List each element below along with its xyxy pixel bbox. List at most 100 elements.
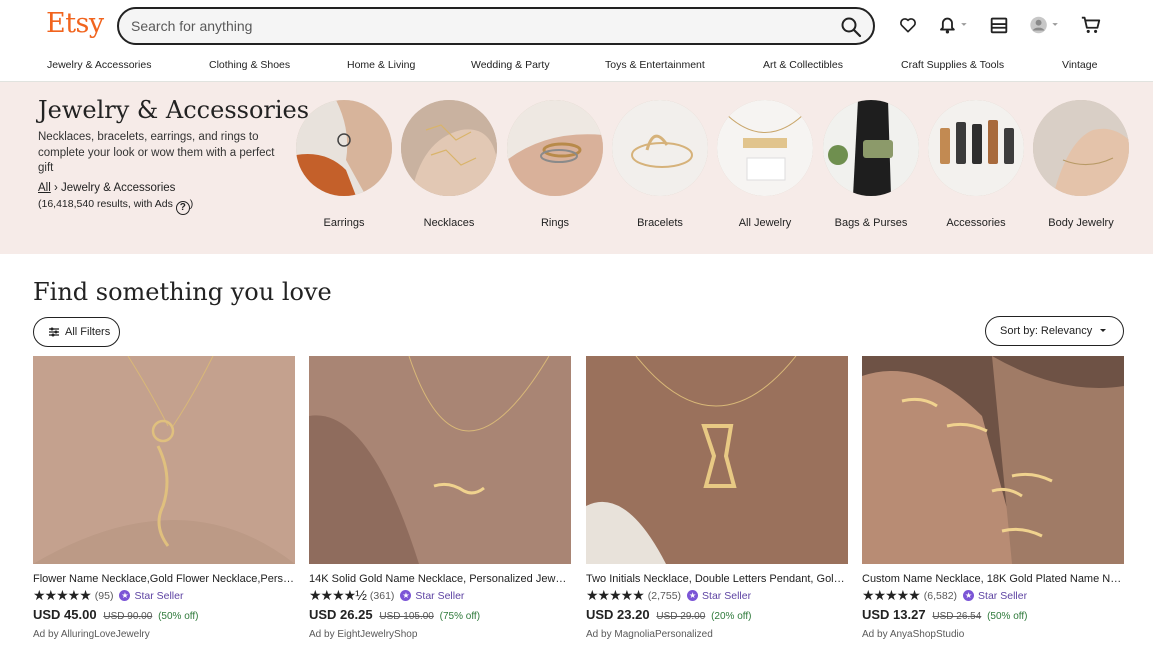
search-input[interactable]: [131, 16, 811, 36]
rating-stars: ★★★★★: [33, 587, 92, 603]
circle-label: Rings: [540, 217, 570, 229]
cart-icon[interactable]: [1080, 14, 1102, 36]
sale-price: USD 26.25: [309, 607, 373, 622]
product-title[interactable]: Custom Name Necklace, 18K Gold Plated Na…: [862, 573, 1124, 585]
rating-row: ★★★★★ (95) ★ Star Seller: [33, 587, 295, 603]
original-price: USD 90.00: [103, 611, 153, 622]
results-count: (16,418,540 results, with Ads ?): [38, 198, 193, 215]
star-seller-label: Star Seller: [702, 589, 752, 602]
breadcrumb-current: Jewelry & Accessories: [61, 182, 176, 194]
star-seller-icon: ★: [119, 590, 131, 601]
ad-prefix: Ad by: [309, 629, 335, 640]
product-card[interactable]: Two Initials Necklace, Double Letters Pe…: [586, 355, 848, 640]
ad-line: Ad by EightJewelryShop: [309, 629, 571, 640]
circle-label: Accessories: [946, 217, 1006, 229]
sale-price: USD 23.20: [586, 607, 650, 622]
ad-prefix: Ad by: [33, 629, 59, 640]
rating-row: ★★★★★ (2,755) ★ Star Seller: [586, 587, 848, 603]
product-image[interactable]: [309, 355, 571, 564]
star-seller-icon: ★: [687, 590, 699, 601]
bags-purses-image: [823, 100, 919, 196]
shop-name[interactable]: MagnoliaPersonalized: [614, 629, 712, 640]
search-icon[interactable]: [839, 15, 863, 39]
nav-wedding-party[interactable]: Wedding & Party: [471, 59, 550, 71]
section-title: Find something you love: [33, 278, 332, 306]
results-text: (16,418,540 results, with Ads: [38, 198, 173, 210]
circle-rings[interactable]: Rings: [507, 100, 603, 229]
original-price: USD 29.00: [656, 611, 706, 622]
heart-icon[interactable]: [898, 14, 918, 36]
sort-dropdown[interactable]: Sort by: Relevancy: [985, 316, 1124, 346]
ads-help-icon[interactable]: ?: [175, 201, 190, 215]
product-card[interactable]: Flower Name Necklace,Gold Flower Necklac…: [33, 355, 295, 640]
review-count: (361): [369, 589, 395, 602]
shop-name[interactable]: EightJewelryShop: [337, 629, 417, 640]
star-seller-label: Star Seller: [415, 589, 465, 602]
price-row: USD 23.20 USD 29.00 (20% off): [586, 607, 848, 622]
breadcrumb-separator: ›: [53, 182, 58, 194]
product-title[interactable]: Two Initials Necklace, Double Letters Pe…: [586, 573, 848, 585]
circle-label: Earrings: [323, 217, 365, 229]
nav-craft-supplies[interactable]: Craft Supplies & Tools: [901, 59, 1004, 71]
discount: (50% off): [158, 611, 199, 622]
nav-art-collectibles[interactable]: Art & Collectibles: [763, 59, 843, 71]
caret-down-icon: [1100, 329, 1107, 332]
rating-row: ★★★★★ (6,582) ★ Star Seller: [862, 587, 1124, 603]
circle-bags-purses[interactable]: Bags & Purses: [823, 100, 919, 229]
nav-clothing-shoes[interactable]: Clothing & Shoes: [209, 59, 290, 71]
star-seller-badge: ★ Star Seller: [400, 590, 464, 602]
sale-price: USD 13.27: [862, 607, 926, 622]
bell-icon[interactable]: [935, 14, 969, 36]
nav-toys-entertainment[interactable]: Toys & Entertainment: [605, 59, 705, 71]
rings-image: [507, 100, 603, 196]
price-row: USD 13.27 USD 26.54 (50% off): [862, 607, 1124, 622]
necklaces-image: [401, 100, 497, 196]
star-seller-label: Star Seller: [134, 589, 184, 602]
category-nav: Jewelry & Accessories Clothing & Shoes H…: [0, 52, 1153, 82]
star-seller-badge: ★ Star Seller: [119, 590, 183, 602]
shop-name[interactable]: AnyaShopStudio: [890, 629, 965, 640]
ad-prefix: Ad by: [586, 629, 612, 640]
shop-name[interactable]: AlluringLoveJewelry: [61, 629, 150, 640]
circle-body-jewelry[interactable]: Body Jewelry: [1033, 100, 1129, 229]
avatar-icon[interactable]: [1027, 14, 1063, 36]
product-image[interactable]: [33, 355, 295, 564]
product-title[interactable]: 14K Solid Gold Name Necklace, Personaliz…: [309, 573, 571, 585]
product-image[interactable]: [586, 355, 848, 564]
category-hero: Jewelry & Accessories Necklaces, bracele…: [0, 82, 1153, 254]
sale-price: USD 45.00: [33, 607, 97, 622]
product-card[interactable]: Custom Name Necklace, 18K Gold Plated Na…: [862, 356, 1124, 640]
product-title[interactable]: Flower Name Necklace,Gold Flower Necklac…: [33, 573, 295, 585]
circle-label: Body Jewelry: [1048, 217, 1114, 229]
circle-label: Bracelets: [637, 217, 683, 229]
body-jewelry-image: [1033, 100, 1129, 196]
circle-earrings[interactable]: Earrings: [296, 100, 392, 229]
circle-necklaces[interactable]: Necklaces: [401, 100, 497, 229]
breadcrumb-all-link[interactable]: All: [38, 182, 51, 194]
ad-prefix: Ad by: [862, 629, 888, 640]
review-count: (95): [94, 589, 114, 602]
sort-value: Relevancy: [1040, 325, 1093, 337]
product-card[interactable]: 14K Solid Gold Name Necklace, Personaliz…: [309, 355, 571, 640]
star-seller-icon: ★: [400, 590, 412, 601]
circle-label: Necklaces: [423, 217, 475, 229]
circle-accessories[interactable]: Accessories: [928, 100, 1024, 229]
circle-label: Bags & Purses: [834, 217, 908, 229]
nav-vintage[interactable]: Vintage: [1062, 59, 1097, 71]
bracelets-image: [612, 100, 708, 196]
product-image[interactable]: [862, 356, 1124, 564]
nav-jewelry-accessories[interactable]: Jewelry & Accessories: [47, 59, 151, 71]
etsy-logo[interactable]: Etsy: [46, 8, 104, 39]
gift-icon[interactable]: [988, 14, 1010, 36]
star-seller-badge: ★ Star Seller: [963, 590, 1027, 602]
ad-line: Ad by AnyaShopStudio: [862, 629, 1124, 640]
circle-all-jewelry[interactable]: All Jewelry: [717, 100, 813, 229]
search-bar: [117, 7, 875, 45]
discount: (50% off): [987, 611, 1028, 622]
star-seller-icon: ★: [963, 590, 975, 601]
sort-prefix: Sort by:: [1000, 325, 1038, 337]
circle-bracelets[interactable]: Bracelets: [612, 100, 708, 229]
review-count: (6,582): [923, 589, 958, 602]
nav-home-living[interactable]: Home & Living: [347, 59, 415, 71]
all-filters-button[interactable]: All Filters: [33, 317, 120, 347]
